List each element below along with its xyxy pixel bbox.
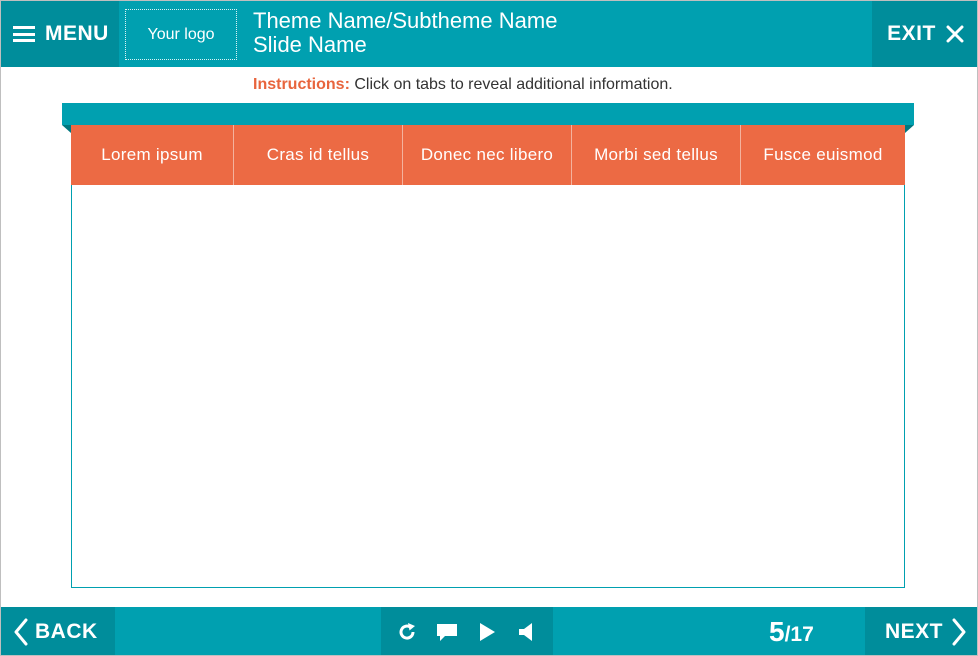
slide-titles: Theme Name/Subtheme Name Slide Name [253,9,557,57]
ribbon-fold-left [62,125,71,133]
play-button[interactable] [470,615,504,649]
menu-label: MENU [45,22,109,45]
comment-icon [437,624,457,641]
tab-donec-nec-libero[interactable]: Donec nec libero [403,125,572,185]
footer-bar: BACK 5/17 NEXT [1,607,977,655]
next-button[interactable]: NEXT [865,607,977,655]
volume-button[interactable] [510,615,544,649]
next-label: NEXT [884,620,943,643]
media-controls [381,607,553,655]
page-counter: 5/17 [769,616,814,648]
page-current: 5 [769,616,785,647]
back-label: BACK [35,620,98,643]
theme-title: Theme Name/Subtheme Name [253,8,558,33]
play-icon [480,623,495,641]
tab-morbi-sed-tellus[interactable]: Morbi sed tellus [572,125,741,185]
hamburger-icon [13,26,35,42]
player-frame: MENU Your logo Theme Name/Subtheme Name … [0,0,978,656]
logo-placeholder: Your logo [125,9,237,60]
replay-button[interactable] [390,615,424,649]
logo-text: Your logo [147,25,215,43]
header-bar: MENU Your logo Theme Name/Subtheme Name … [1,1,977,67]
close-icon [946,25,964,43]
chevron-left-icon [14,618,28,646]
tab-strip: Lorem ipsum Cras id tellus Donec nec lib… [71,125,905,185]
tab-lorem-ipsum[interactable]: Lorem ipsum [71,125,234,185]
instructions: Instructions: Click on tabs to reveal ad… [253,76,673,94]
tab-cras-id-tellus[interactable]: Cras id tellus [234,125,403,185]
instructions-text: Click on tabs to reveal additional infor… [349,76,673,93]
replay-icon [399,623,415,640]
page-total: /17 [784,623,814,646]
menu-button[interactable]: MENU [1,1,119,67]
comment-button[interactable] [430,615,464,649]
tab-fusce-euismod[interactable]: Fusce euismod [741,125,905,185]
back-button[interactable]: BACK [1,607,115,655]
chevron-right-icon [952,618,966,646]
exit-button[interactable]: EXIT [872,1,977,67]
slide-title: Slide Name [253,32,367,57]
instructions-lead: Instructions: [253,76,350,93]
exit-label: EXIT [887,22,936,45]
volume-icon [519,623,532,641]
tab-content-area [71,185,905,588]
tabs-ribbon [62,103,914,125]
ribbon-fold-right [905,125,914,133]
